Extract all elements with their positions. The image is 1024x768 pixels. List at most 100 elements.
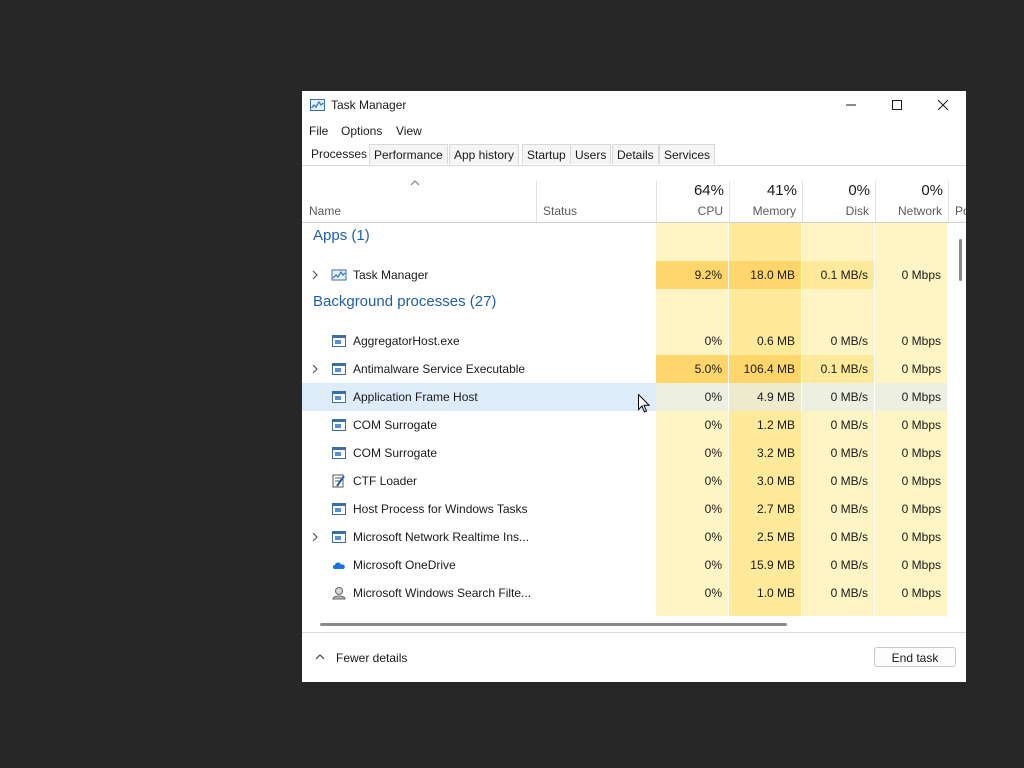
disk-cell: 0 MB/s	[830, 502, 868, 516]
column-network[interactable]: Network	[875, 204, 942, 218]
column-status[interactable]: Status	[543, 204, 577, 218]
network-cell: 0 Mbps	[901, 474, 941, 488]
memory-cell: 0.6 MB	[756, 334, 795, 348]
disk-cell: 0.1 MB/s	[802, 261, 874, 289]
memory-cell: 1.2 MB	[756, 418, 795, 432]
close-button[interactable]	[920, 91, 966, 119]
memory-total[interactable]: 41%	[729, 182, 797, 199]
process-row[interactable]: Microsoft Network Realtime Ins... 0% 2.5 M…	[302, 523, 956, 551]
tab-users[interactable]: Users	[570, 144, 612, 164]
search-filter-icon	[332, 587, 346, 600]
process-row[interactable]: Antimalware Service Executable 5.0% 106.4 …	[302, 355, 956, 383]
column-divider	[536, 181, 537, 222]
cpu-cell: 0%	[704, 474, 722, 488]
horizontal-scrollbar[interactable]	[302, 616, 966, 633]
cpu-total[interactable]: 64%	[656, 182, 724, 199]
process-name: Microsoft OneDrive	[353, 558, 456, 572]
memory-cell: 1.0 MB	[756, 586, 795, 600]
process-row[interactable]: AggregatorHost.exe 0% 0.6 MB 0 MB/s 0 Mbps	[302, 327, 956, 355]
network-cell: 0 Mbps	[875, 383, 947, 411]
menu-view[interactable]: View	[396, 124, 422, 138]
tab-strip: Processes Performance App history Startu…	[302, 143, 966, 166]
network-cell: 0 Mbps	[901, 362, 941, 376]
disk-cell: 0 MB/s	[830, 558, 868, 572]
column-memory[interactable]: Memory	[729, 204, 796, 218]
network-cell: 0 Mbps	[901, 530, 941, 544]
memory-cell: 15.9 MB	[750, 558, 795, 572]
chevron-right-icon[interactable]	[312, 532, 318, 542]
disk-cell: 0 MB/s	[830, 446, 868, 460]
minimize-icon	[846, 104, 856, 106]
process-row[interactable]: CTF Loader 0% 3.0 MB 0 MB/s 0 Mbps	[302, 467, 956, 495]
column-header: Name Status 64% CPU 41% Memory 0% Disk 0…	[302, 177, 966, 223]
end-task-button[interactable]: End task	[874, 647, 956, 667]
disk-cell: 0 MB/s	[830, 474, 868, 488]
column-name[interactable]: Name	[309, 204, 341, 218]
disk-cell: 0 MB/s	[830, 586, 868, 600]
tab-startup[interactable]: Startup	[522, 144, 571, 164]
disk-cell: 0 MB/s	[802, 383, 874, 411]
window-icon	[332, 363, 346, 375]
column-cpu[interactable]: CPU	[656, 204, 723, 218]
cpu-cell: 9.2%	[656, 261, 728, 289]
column-power-partial[interactable]: Po	[955, 204, 966, 218]
cpu-cell: 0%	[704, 530, 722, 544]
process-row[interactable]: COM Surrogate 0% 3.2 MB 0 MB/s 0 Mbps	[302, 439, 956, 467]
group-background: Background processes (27)	[302, 289, 956, 323]
process-row[interactable]: Task Manager 9.2% 18.0 MB 0.1 MB/s 0 Mbps	[302, 261, 956, 289]
tab-app-history[interactable]: App history	[449, 144, 520, 164]
cpu-cell: 0%	[704, 502, 722, 516]
cpu-cell: 0%	[656, 383, 728, 411]
mouse-cursor-icon	[638, 394, 650, 413]
title-bar: Task Manager	[302, 91, 966, 119]
maximize-button[interactable]	[874, 91, 920, 119]
menu-file[interactable]: File	[309, 124, 328, 138]
process-name: COM Surrogate	[353, 446, 438, 460]
disk-cell: 0 MB/s	[830, 334, 868, 348]
process-row[interactable]: Application Frame Host 0% 4.9 MB 0 MB/s 0 Mb…	[302, 383, 956, 411]
network-cell: 0 Mbps	[901, 586, 941, 600]
column-disk[interactable]: Disk	[802, 204, 869, 218]
chevron-right-icon[interactable]	[312, 270, 318, 280]
ctf-loader-icon	[332, 474, 345, 488]
vertical-scrollbar[interactable]	[956, 223, 966, 616]
memory-cell: 18.0 MB	[729, 261, 801, 289]
minimize-button[interactable]	[828, 91, 874, 119]
disk-cell: 0.1 MB/s	[802, 355, 874, 383]
maximize-icon	[892, 100, 902, 110]
window-icon	[332, 391, 346, 403]
memory-cell: 2.5 MB	[756, 530, 795, 544]
tab-processes[interactable]: Processes	[306, 143, 373, 165]
tab-services[interactable]: Services	[659, 144, 716, 164]
process-name: CTF Loader	[353, 474, 418, 488]
network-total[interactable]: 0%	[875, 182, 943, 199]
menu-options[interactable]: Options	[341, 124, 382, 138]
horizontal-scroll-thumb[interactable]	[320, 623, 787, 626]
tab-details[interactable]: Details	[612, 144, 659, 164]
chevron-up-icon	[315, 654, 325, 660]
process-row[interactable]: COM Surrogate 0% 1.2 MB 0 MB/s 0 Mbps	[302, 411, 956, 439]
memory-cell: 106.4 MB	[729, 355, 801, 383]
fewer-details-link[interactable]: Fewer details	[336, 651, 407, 665]
process-name: Application Frame Host	[353, 390, 478, 404]
vertical-scroll-thumb[interactable]	[959, 239, 962, 281]
memory-cell: 4.9 MB	[729, 383, 801, 411]
task-manager-icon	[310, 99, 325, 111]
task-manager-icon	[331, 269, 347, 281]
group-title: Apps (1)	[313, 227, 370, 244]
tab-performance[interactable]: Performance	[369, 144, 448, 164]
disk-cell: 0 MB/s	[830, 530, 868, 544]
process-row[interactable]: Microsoft OneDrive 0% 15.9 MB 0 MB/s 0 Mbps	[302, 551, 956, 579]
window-icon	[332, 503, 346, 515]
process-row[interactable]: Microsoft Windows Search Filte... 0% 1.0 M…	[302, 579, 956, 607]
chevron-right-icon[interactable]	[312, 364, 318, 374]
disk-total[interactable]: 0%	[802, 182, 870, 199]
process-name: COM Surrogate	[353, 418, 438, 432]
footer: Fewer details End task	[302, 633, 966, 682]
network-cell: 0 Mbps	[901, 502, 941, 516]
process-row[interactable]: Host Process for Windows Tasks 0% 2.7 MB 0 …	[302, 495, 956, 523]
task-manager-window: Task Manager File Options View Processes…	[302, 91, 966, 682]
cpu-cell: 0%	[704, 334, 722, 348]
network-cell: 0 Mbps	[901, 418, 941, 432]
window-title: Task Manager	[331, 98, 407, 112]
